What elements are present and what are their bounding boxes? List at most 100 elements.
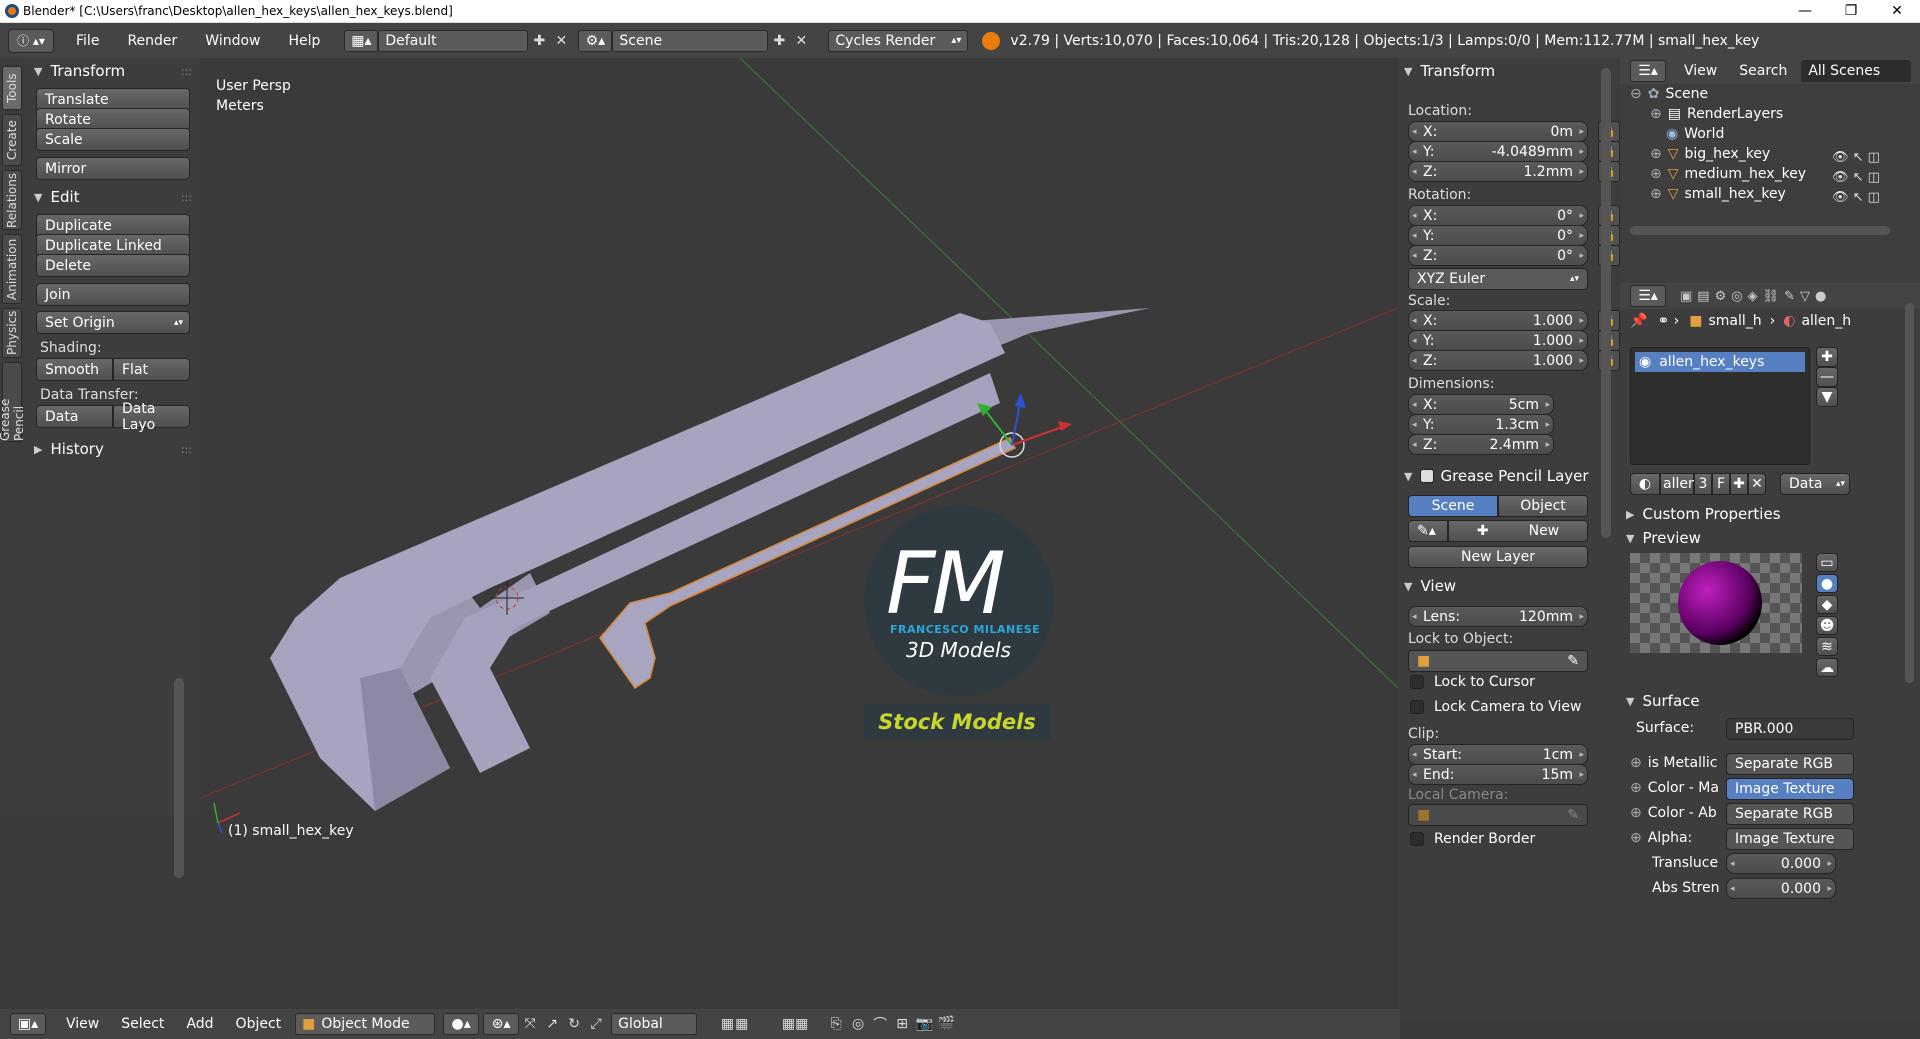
rotate-manipulator-icon[interactable]: ↻ [563,1013,585,1035]
remove-scene-icon[interactable]: ✕ [790,30,812,52]
lock-camera-checkbox[interactable] [1410,700,1424,714]
gp-scene-button[interactable]: Scene [1408,495,1498,517]
outliner-item-big-hex-key[interactable]: ⊕ ▽ big_hex_key [1650,146,1770,162]
custom-properties-header[interactable]: ▶ Custom Properties [1620,501,1900,527]
grease-pencil-checkbox[interactable] [1420,469,1435,483]
transform-panel-header[interactable]: ▼ Transform::: [24,58,200,84]
menu-file[interactable]: File [62,33,113,49]
outliner-item-medium-hex-key[interactable]: ⊕ ▽ medium_hex_key [1650,166,1806,182]
pin-icon[interactable]: 📌 [1630,313,1647,329]
outliner-item-world[interactable]: ◉ World [1666,126,1724,142]
translate-manipulator-icon[interactable]: ↗ [541,1013,563,1035]
history-panel-header[interactable]: ▶ History::: [24,436,200,462]
expand-icon[interactable]: ⊕ [1650,166,1662,182]
eyedropper-icon[interactable]: ✎ [1567,807,1579,823]
menu-render[interactable]: Render [113,33,191,49]
snap-target-icon[interactable]: ⊞ [891,1013,913,1035]
set-origin-menu[interactable]: Set Origin ▴▾ [36,311,190,334]
mirror-button[interactable]: Mirror [36,157,190,180]
scene-icon[interactable]: ⚙▴ [578,29,613,52]
dimensions-z-field[interactable]: Z:2.4mm [1408,434,1554,455]
grip-icon[interactable]: ::: [181,65,192,78]
viewport-scene[interactable] [200,58,1398,1021]
material-slot-item[interactable]: ◉ allen_hex_keys [1635,352,1805,372]
preview-sky-icon[interactable]: ☁ [1816,658,1838,677]
outliner-search-menu[interactable]: Search [1739,63,1787,79]
preview-sphere-icon[interactable]: ● [1816,574,1838,593]
tab-animation[interactable]: Animation [2,234,22,304]
render-anim-icon[interactable]: 🎬 [935,1013,957,1035]
pencil-icon[interactable]: ✎▴ [1408,520,1448,542]
view-panel-header[interactable]: ▼ View [1398,573,1620,599]
pivot-point-icon[interactable]: ⊛▴ [483,1013,520,1035]
lock-layers-icon[interactable]: ⎘ [825,1013,847,1035]
3d-editor-type-icon[interactable]: ▣▴ [10,1013,46,1035]
n-transform-header[interactable]: ▼ Transform [1398,58,1620,84]
outliner-view-menu[interactable]: View [1684,63,1717,79]
preview-hair-icon[interactable]: ≋ [1816,637,1838,656]
input-alpha-select[interactable]: Image Texture [1726,828,1854,850]
render-border-row[interactable]: Render Border [1410,831,1535,847]
expand-icon[interactable]: ⊕ [1650,186,1662,202]
rotation-x-field[interactable]: X:0° [1408,205,1588,226]
shading-mode-icon[interactable]: ●▴ [443,1013,480,1035]
input-color-ma-select[interactable]: Image Texture [1726,778,1854,800]
dimensions-x-field[interactable]: X:5cm [1408,394,1554,415]
snap-icon[interactable]: ⌒ [869,1013,891,1035]
expand-icon[interactable]: ⊕ [1630,830,1642,846]
remove-slot-icon[interactable]: — [1816,367,1838,387]
scale-button[interactable]: Scale [36,128,190,151]
remove-layout-icon[interactable]: ✕ [550,30,572,52]
gp-new-button[interactable]: ✚ New [1448,520,1588,542]
menu-select[interactable]: Select [121,1016,164,1032]
clip-end-field[interactable]: End: 15m [1408,764,1588,785]
slot-menu-icon[interactable]: ▼ [1816,387,1838,407]
input-color-ab-select[interactable]: Separate RGB [1726,803,1854,825]
render-engine-select[interactable]: Cycles Render ▴▾ [828,29,969,52]
breadcrumb-object[interactable]: small_h [1708,313,1761,329]
render-icon[interactable]: 📷 [913,1013,935,1035]
menu-view[interactable]: View [66,1016,99,1032]
menu-object[interactable]: Object [236,1016,282,1032]
rotation-y-field[interactable]: Y:0° [1408,225,1588,246]
collapse-icon[interactable]: ⊖ [1630,86,1642,102]
minimize-button[interactable]: — [1782,0,1828,23]
layers-grid2-icon[interactable]: ▦▦ [765,1013,825,1035]
location-y-field[interactable]: Y:-4.0489mm [1408,141,1588,162]
surface-header[interactable]: ▼ Surface [1620,688,1900,714]
expand-icon[interactable]: ⊕ [1650,106,1662,122]
material-slots-list[interactable]: ◉ allen_hex_keys [1630,347,1810,465]
add-material-icon[interactable]: ✚ [1730,473,1748,495]
location-z-field[interactable]: Z:1.2mm [1408,161,1588,182]
preview-monkey-icon[interactable]: ☻ [1816,616,1838,635]
grip-icon[interactable]: ::: [181,443,192,456]
input-metallic-select[interactable]: Separate RGB [1726,753,1854,775]
proportional-edit-icon[interactable]: ◎ [847,1013,869,1035]
tab-tools[interactable]: Tools [2,66,22,110]
preview-header[interactable]: ▼ Preview [1620,525,1900,551]
menu-help[interactable]: Help [274,33,334,49]
outliner-editor-icon[interactable]: ☰▴ [1630,60,1666,82]
lock-to-cursor-checkbox[interactable] [1410,675,1424,689]
outliner-item-small-hex-key[interactable]: ⊕ ▽ small_hex_key [1650,186,1786,202]
layers-grid-icon[interactable]: ▦▦ [705,1013,765,1035]
rotation-z-field[interactable]: Z:0° [1408,245,1588,266]
close-button[interactable]: ✕ [1874,0,1920,23]
properties-editor-icon[interactable]: ☰▴ [1630,285,1666,307]
n-panel-scrollbar[interactable] [1601,68,1611,538]
rotation-mode-select[interactable]: XYZ Euler ▴▾ [1408,268,1588,290]
lock-camera-row[interactable]: Lock Camera to View [1410,699,1582,715]
data-transfer-button[interactable]: Data [36,405,113,428]
lens-field[interactable]: Lens: 120mm [1408,606,1588,627]
toolshelf-scrollbar[interactable] [174,678,184,878]
outliner-visibility-icons[interactable]: 👁 ↖ ◫ 👁 ↖ ◫ 👁 ↖ ◫ [1832,148,1880,208]
transform-orientation-select[interactable]: Global [611,1013,698,1035]
gp-object-button[interactable]: Object [1498,495,1588,517]
scale-x-field[interactable]: X:1.000 [1408,310,1588,331]
add-layout-icon[interactable]: ✚ [528,30,550,52]
translucence-field[interactable]: 0.000 [1726,853,1836,874]
screen-layout-field[interactable]: Default [378,29,529,52]
data-layout-button[interactable]: Data Layo [113,401,190,433]
material-name-field[interactable]: allen [1660,473,1697,495]
add-slot-icon[interactable]: ✚ [1816,347,1838,367]
